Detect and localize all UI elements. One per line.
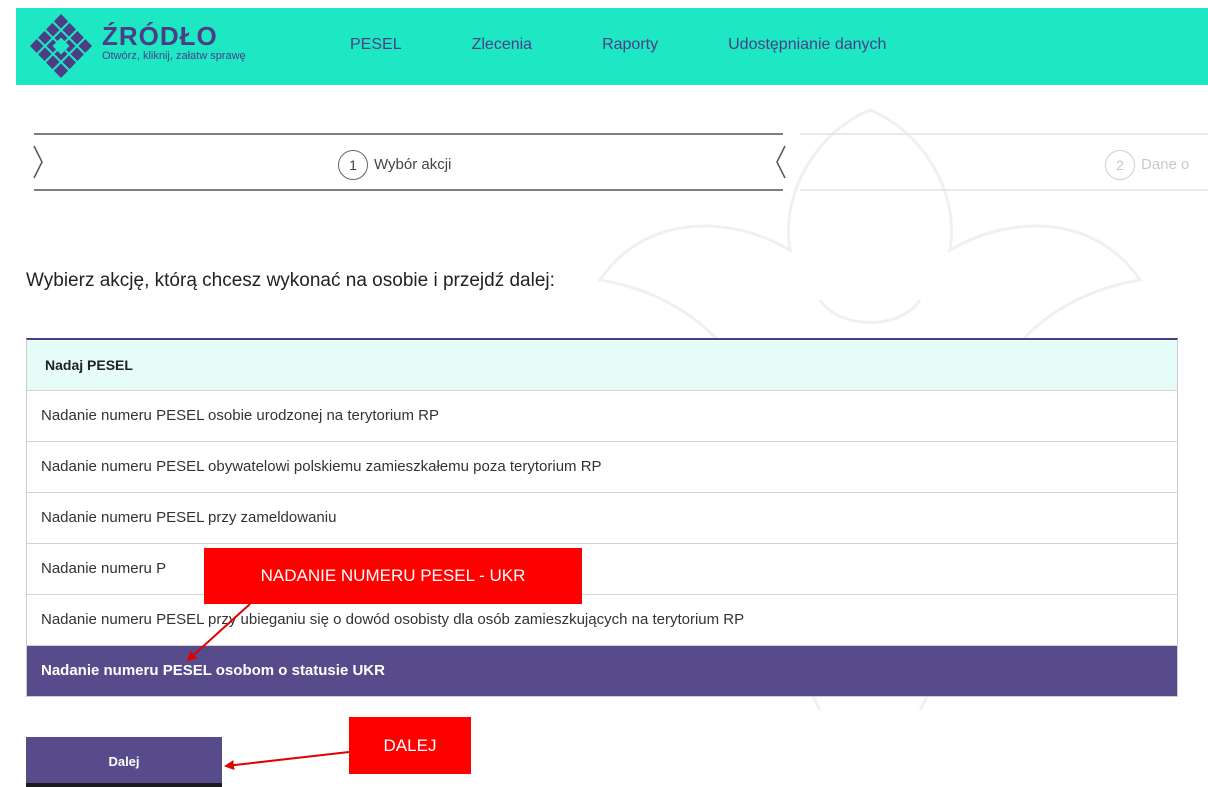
action-item[interactable]: Nadanie numeru P	[27, 544, 1177, 595]
step-2: 2 Dane o	[1105, 150, 1189, 180]
step-2-number: 2	[1105, 150, 1135, 180]
nav-udostepnianie-danych[interactable]: Udostępnianie danych	[728, 36, 886, 54]
action-item[interactable]: Nadanie numeru PESEL przy zameldowaniu	[27, 493, 1177, 544]
group-header-nadaj-pesel: Nadaj PESEL	[27, 340, 1177, 391]
annotation-dalej-callout: DALEJ	[349, 717, 471, 774]
step-1-number: 1	[338, 150, 368, 180]
brand-name: ŹRÓDŁO	[102, 21, 218, 51]
step-2-label: Dane o	[1141, 155, 1190, 173]
top-bar: ŹRÓDŁO Otwórz, kliknij, załatw sprawę PE…	[16, 8, 1208, 85]
step-1-label: Wybór akcji	[374, 155, 452, 173]
nav-pesel[interactable]: PESEL	[350, 36, 402, 54]
nav-raporty[interactable]: Raporty	[602, 36, 658, 54]
arrow-to-next-button	[224, 751, 350, 771]
action-item[interactable]: Nadanie numeru PESEL przy ubieganiu się …	[27, 595, 1177, 646]
wizard-stepper: 1 Wybór akcji 2 Dane o	[0, 132, 1208, 192]
nav-zlecenia[interactable]: Zlecenia	[472, 36, 532, 54]
main-nav: PESEL Zlecenia Raporty Udostępnianie dan…	[350, 36, 956, 54]
annotation-ukr-callout: NADANIE NUMERU PESEL - UKR	[204, 548, 582, 604]
action-item-selected[interactable]: Nadanie numeru PESEL osobom o statusie U…	[27, 646, 1177, 696]
brand[interactable]: ŹRÓDŁO Otwórz, kliknij, załatw sprawę	[102, 22, 246, 62]
action-item[interactable]: Nadanie numeru PESEL obywatelowi polskie…	[27, 442, 1177, 493]
diamond-lattice-logo[interactable]	[28, 12, 94, 80]
next-button[interactable]: Dalej	[26, 737, 222, 787]
brand-tagline: Otwórz, kliknij, załatw sprawę	[102, 50, 246, 62]
step-1: 1 Wybór akcji	[338, 150, 451, 180]
actions-list: Nadaj PESEL Nadanie numeru PESEL osobie …	[26, 338, 1178, 697]
action-item[interactable]: Nadanie numeru PESEL osobie urodzonej na…	[27, 391, 1177, 442]
page-title: Wybierz akcję, którą chcesz wykonać na o…	[26, 270, 555, 291]
stepper-frame	[33, 133, 1208, 191]
